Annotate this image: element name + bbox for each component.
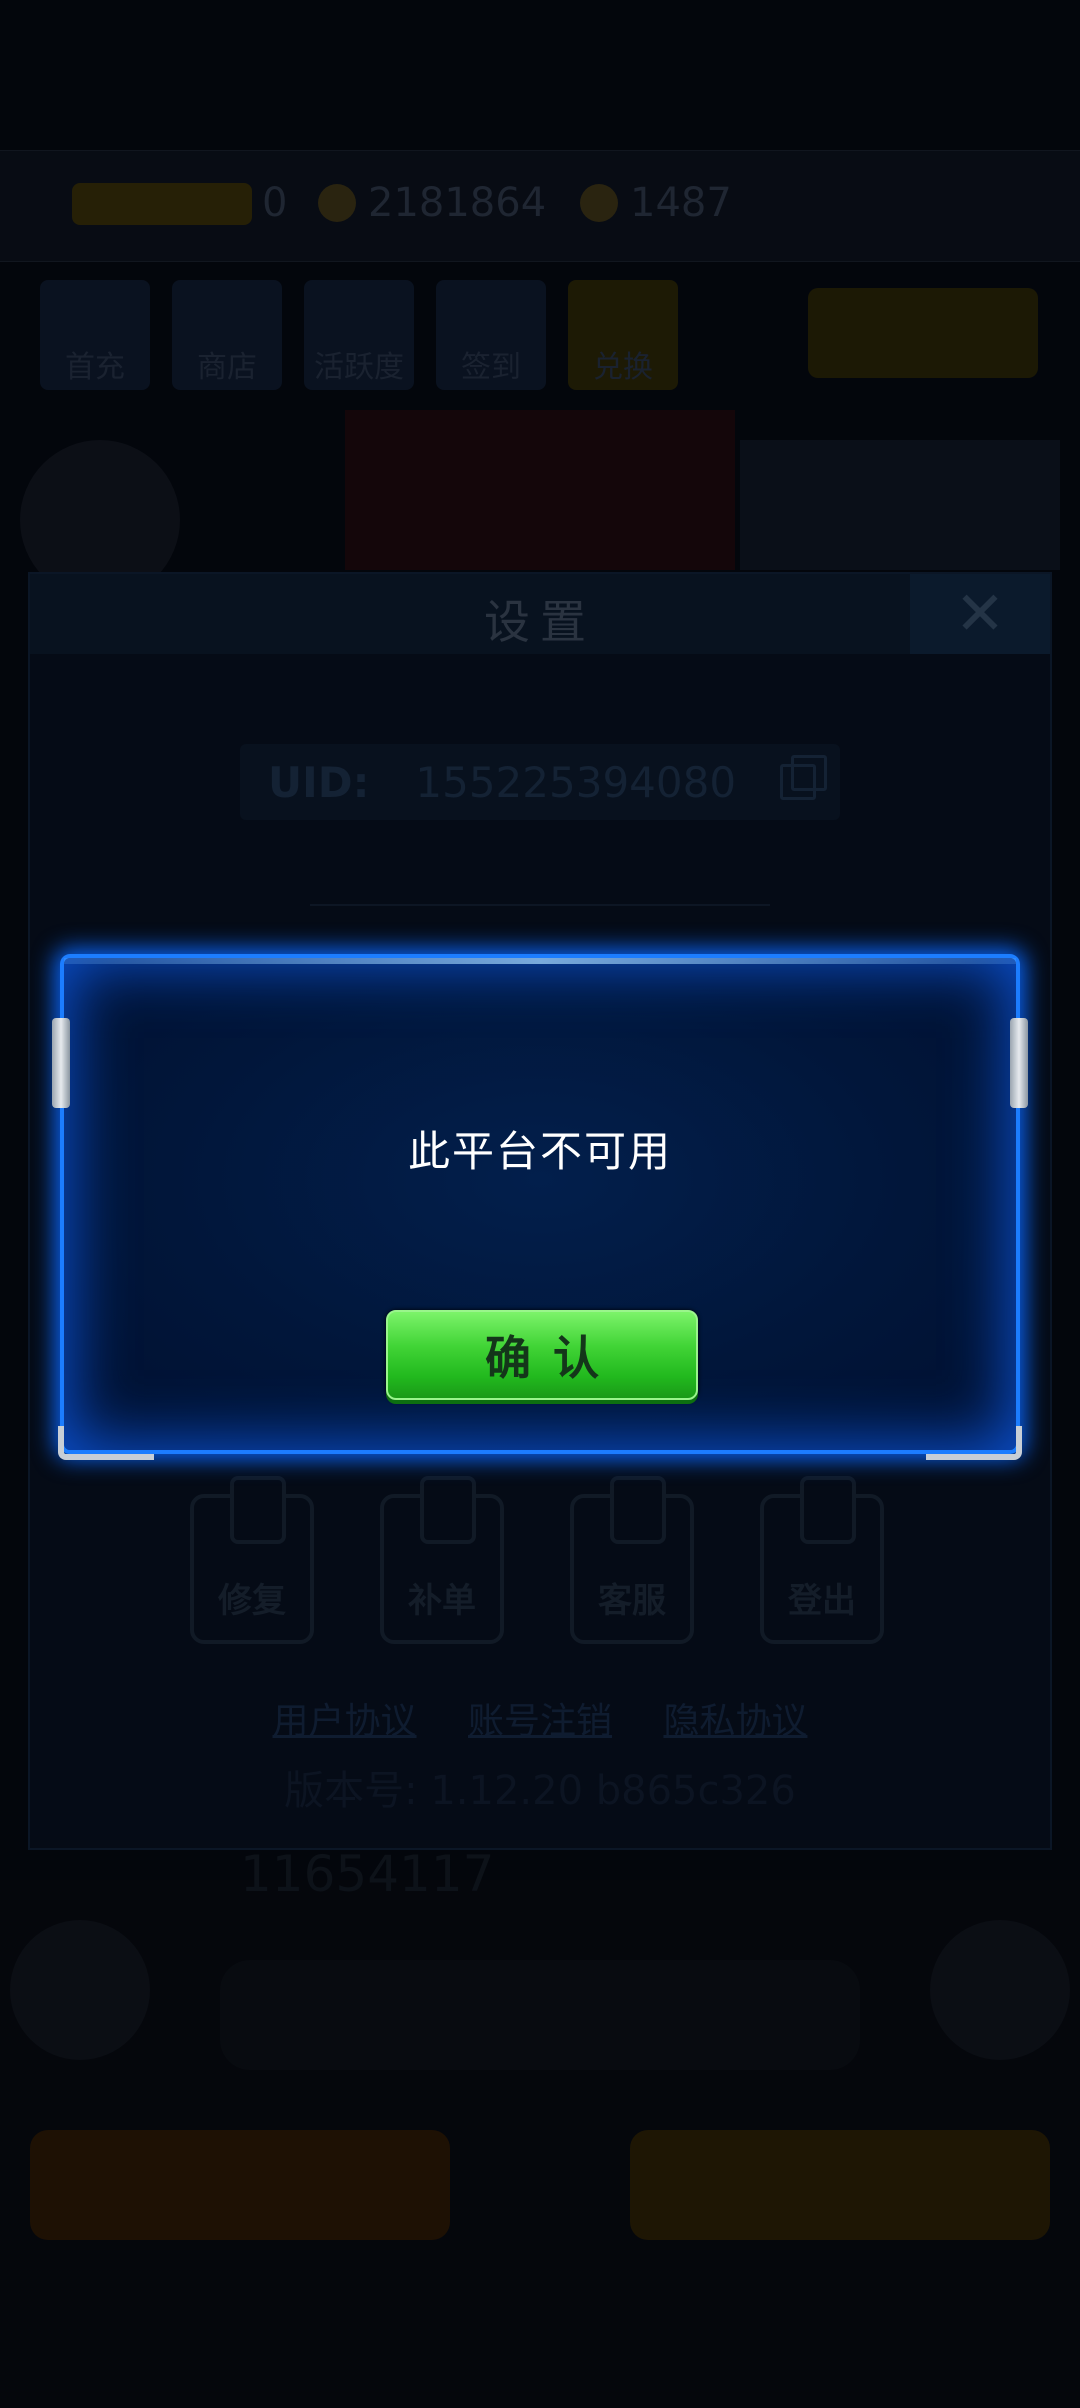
version-text: 版本号: 1.12.20 b865c326 [284, 1768, 796, 1814]
uid-value: 155225394080 [415, 757, 737, 807]
left-wheel-art [10, 1920, 150, 2060]
customer-service-label: 客服 [598, 1581, 666, 1621]
settings-title: 设置 [484, 595, 596, 649]
dialog-message: 此平台不可用 [407, 1127, 672, 1176]
event-banner[interactable] [808, 288, 1038, 378]
level-progress-pill [72, 183, 252, 225]
center-strip-art [220, 1960, 860, 2070]
alert-dialog: 此平台不可用 确认 [52, 954, 1028, 1460]
uid-label: UID: [268, 757, 370, 807]
gold-coin-icon [318, 184, 356, 222]
bottom-game-area [0, 1880, 1080, 2408]
logout-icon [800, 1476, 856, 1544]
bottom-left-button[interactable] [30, 2130, 450, 2240]
settings-actions: 修复 补单 客服 登出 [190, 1476, 884, 1644]
menu-first-recharge[interactable]: 首充 [40, 280, 150, 390]
privacy-policy-link[interactable]: 隐私协议 [663, 1701, 807, 1742]
menu-shop[interactable]: 商店 [172, 280, 282, 390]
dialog-top-shine [64, 958, 1016, 964]
player-id-text: 11654117 [240, 1845, 495, 1903]
reissue-order-button[interactable]: 补单 [380, 1476, 504, 1644]
resource-gem-value: 1487 [630, 180, 732, 226]
logout-button[interactable]: 登出 [760, 1476, 884, 1644]
customer-service-button[interactable]: 客服 [570, 1476, 694, 1644]
account-deletion-link[interactable]: 账号注销 [468, 1701, 612, 1742]
right-wheel-art [930, 1920, 1070, 2060]
policy-links: 用户协议 账号注销 隐私协议 [30, 1692, 1050, 1744]
uid-box: UID: 155225394080 [240, 744, 840, 820]
menu-label: 活跃度 [314, 350, 404, 385]
resource-level: 0 [262, 180, 288, 226]
resource-gem: 1487 [580, 180, 732, 226]
settings-header: 设置 ✕ [30, 574, 1050, 654]
divider [310, 904, 770, 906]
headset-icon [610, 1476, 666, 1544]
menu-checkin[interactable]: 签到 [436, 280, 546, 390]
menu-label: 兑换 [593, 350, 653, 385]
close-icon: ✕ [954, 579, 1006, 649]
corner-decoration-right [926, 1426, 1022, 1460]
user-agreement-link[interactable]: 用户协议 [273, 1701, 417, 1742]
gem-icon [580, 184, 618, 222]
resource-level-value: 0 [262, 180, 288, 226]
side-banner-art [740, 440, 1060, 570]
confirm-button[interactable]: 确认 [386, 1310, 698, 1400]
resource-gold-value: 2181864 [368, 180, 547, 226]
reissue-order-label: 补单 [408, 1581, 476, 1621]
left-clip-decoration [52, 1018, 70, 1108]
repair-button[interactable]: 修复 [190, 1476, 314, 1644]
center-banner-art [345, 410, 735, 570]
repair-label: 修复 [218, 1581, 286, 1621]
right-clip-decoration [1010, 1018, 1028, 1108]
close-button[interactable]: ✕ [910, 574, 1050, 654]
logout-label: 登出 [788, 1581, 856, 1621]
top-menu-row: 首充 商店 活跃度 签到 兑换 [40, 280, 678, 390]
menu-label: 首充 [65, 350, 125, 385]
menu-activity[interactable]: 活跃度 [304, 280, 414, 390]
corner-decoration-left [58, 1426, 154, 1460]
document-icon [420, 1476, 476, 1544]
resource-gold: 2181864 [318, 180, 547, 226]
wrench-icon [230, 1476, 286, 1544]
bottom-right-button[interactable] [630, 2130, 1050, 2240]
top-resource-bar: 0 2181864 1487 [0, 150, 1080, 262]
menu-label: 签到 [461, 350, 521, 385]
menu-label: 商店 [197, 350, 257, 385]
copy-icon[interactable] [780, 755, 827, 800]
menu-exchange[interactable]: 兑换 [568, 280, 678, 390]
confirm-label: 确认 [485, 1331, 621, 1385]
